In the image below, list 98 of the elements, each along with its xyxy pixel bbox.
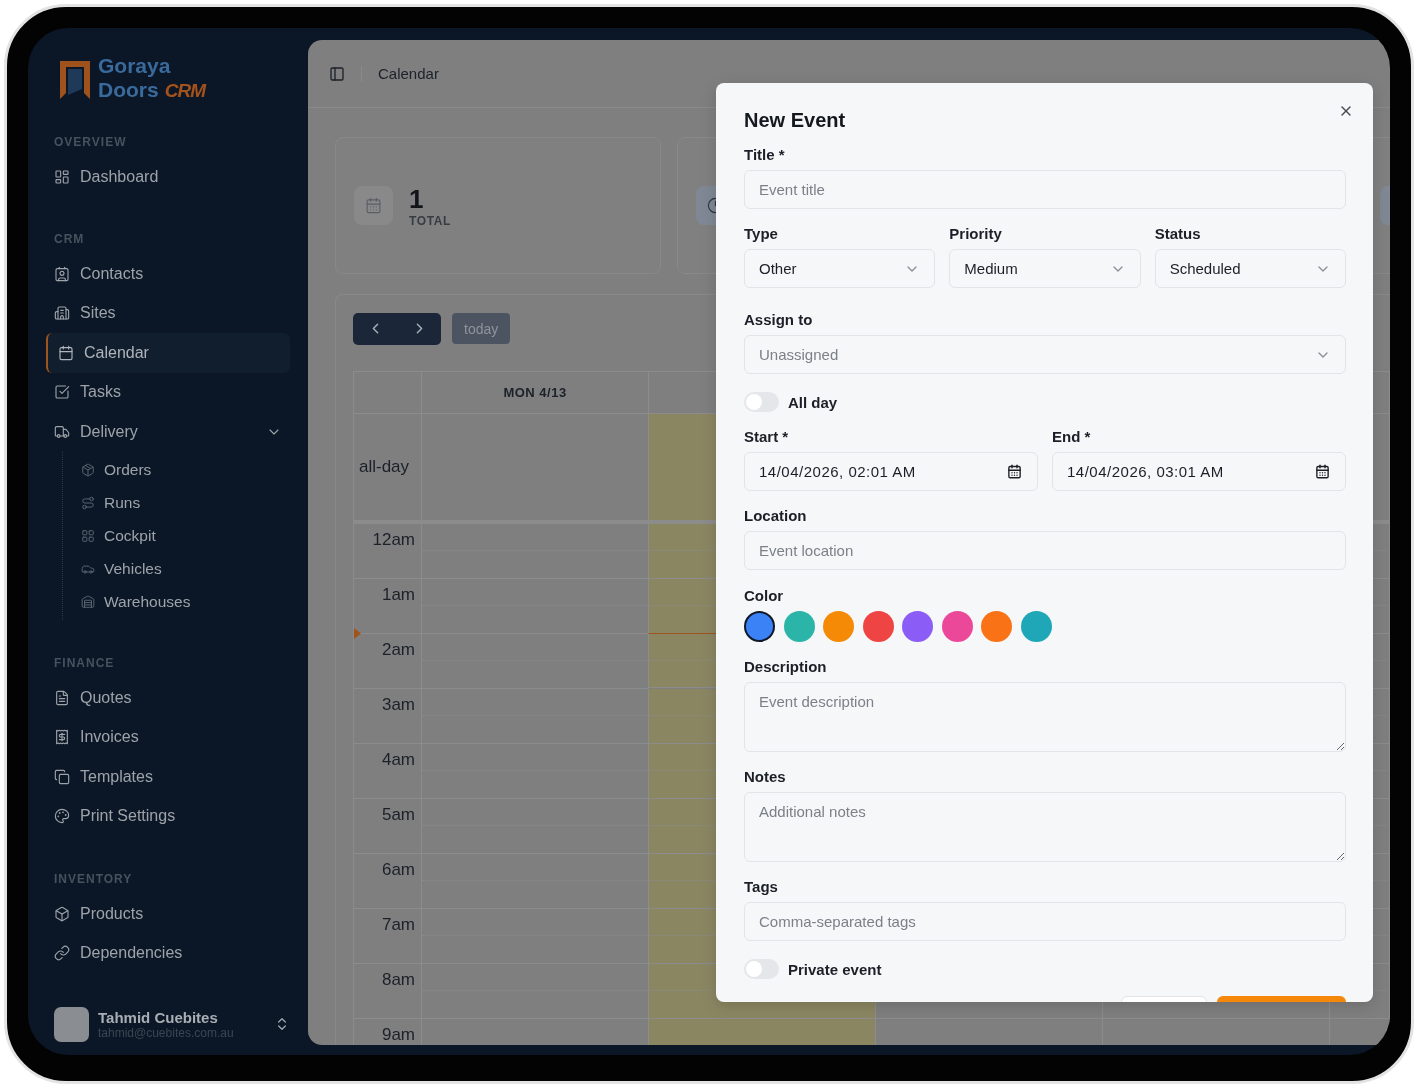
color-swatch[interactable] xyxy=(862,611,894,642)
color-swatch[interactable] xyxy=(744,611,775,642)
sidebar-item[interactable]: Dashboard xyxy=(46,157,290,197)
all-day-label: all-day xyxy=(358,457,410,477)
time-label: 12am xyxy=(372,530,415,550)
field-label: Description xyxy=(744,658,828,676)
time-label: 1am xyxy=(381,585,415,605)
sidebar-item[interactable]: Dependencies xyxy=(46,933,290,973)
door-logo-icon xyxy=(58,59,92,99)
building-icon xyxy=(54,305,70,322)
time-label: 3am xyxy=(381,695,415,715)
select-field[interactable]: Other xyxy=(744,249,936,288)
color-swatch[interactable] xyxy=(783,611,815,642)
field-label: Location xyxy=(744,507,808,525)
sidebar-item[interactable]: Print Settings xyxy=(46,796,290,836)
stat-label: TOTAL xyxy=(409,213,451,228)
time-label: 7am xyxy=(381,915,415,935)
sidebar-toggle-icon[interactable] xyxy=(329,65,345,82)
box-icon xyxy=(54,905,70,922)
calendar-icon[interactable] xyxy=(1007,464,1022,479)
sidebar-item[interactable]: Invoices xyxy=(46,717,290,758)
color-swatch[interactable] xyxy=(1020,611,1052,642)
time-label: 6am xyxy=(381,860,415,880)
toggle-switch[interactable] xyxy=(744,392,779,412)
color-swatch[interactable] xyxy=(941,611,973,642)
sidebar-item[interactable]: Contacts xyxy=(46,254,290,294)
field-label: Priority xyxy=(949,225,1003,243)
checkbox-icon xyxy=(54,384,70,401)
date-time-field[interactable]: 14/04/2026, 03:01 AM xyxy=(1052,452,1346,491)
sidebar-item[interactable]: Products xyxy=(46,893,290,934)
link-icon xyxy=(54,945,70,961)
grid-icon xyxy=(81,528,95,543)
truck-icon xyxy=(54,423,70,440)
logo-text: Goraya xyxy=(98,54,171,77)
field-label: Type xyxy=(744,225,779,243)
select-field[interactable]: Unassigned xyxy=(744,335,1346,374)
text-field[interactable]: Event title xyxy=(744,170,1346,209)
time-label: 9am xyxy=(381,1025,415,1045)
calendar-icon xyxy=(58,344,74,361)
field-label: End * xyxy=(1052,428,1092,446)
sidebar-item[interactable]: Sites xyxy=(46,293,290,334)
sidebar-item[interactable]: Calendar xyxy=(46,333,290,373)
sidebar-subitem[interactable]: Cockpit xyxy=(63,519,290,553)
toggle-label: All day xyxy=(788,393,838,411)
field-label: Title * xyxy=(744,146,786,164)
day-heading: MON 4/13 xyxy=(503,385,567,400)
select-field[interactable]: Medium xyxy=(949,249,1141,288)
time-label: 8am xyxy=(381,970,415,990)
field-label: Status xyxy=(1154,225,1202,243)
sidebar-item[interactable]: Quotes xyxy=(46,678,290,718)
field-label: Start * xyxy=(744,428,790,446)
page-title: Calendar xyxy=(378,65,439,82)
section-heading: OVERVIEW xyxy=(53,134,128,151)
contact-card-icon xyxy=(54,266,70,283)
receipt-icon xyxy=(54,729,70,746)
logo-text: Doors xyxy=(98,78,159,101)
package-icon xyxy=(81,462,95,477)
time-label: 2am xyxy=(381,640,415,660)
section-heading: INVENTORY xyxy=(53,870,134,888)
calendar-icon[interactable] xyxy=(1315,464,1330,479)
text-area[interactable]: Event description xyxy=(744,682,1346,752)
sidebar-item[interactable]: Templates xyxy=(46,757,290,797)
sidebar-item[interactable]: Delivery xyxy=(46,411,290,452)
route-icon xyxy=(81,495,95,510)
sidebar-subitem[interactable]: Orders xyxy=(63,453,290,487)
toggle-switch[interactable] xyxy=(744,959,779,979)
calendar-icon-box xyxy=(354,186,393,225)
warehouse-icon xyxy=(81,594,95,609)
text-field[interactable]: Comma-separated tags xyxy=(744,902,1346,941)
color-swatch[interactable] xyxy=(823,611,854,642)
field-label: Notes xyxy=(744,768,787,786)
date-time-field[interactable]: 14/04/2026, 02:01 AM xyxy=(744,452,1038,491)
time-label: 4am xyxy=(381,750,415,770)
color-swatch[interactable] xyxy=(902,611,933,642)
dialog-title: New Event xyxy=(744,108,847,132)
sidebar-subitem[interactable]: Vehicles xyxy=(63,552,290,586)
dashboard-icon xyxy=(54,168,70,185)
field-label: Tags xyxy=(744,878,779,896)
toggle-label: Private event xyxy=(788,960,882,978)
stat-value: 1 xyxy=(409,183,425,214)
field-label: Color xyxy=(744,587,785,605)
section-heading: FINANCE xyxy=(53,655,116,673)
field-label: Assign to xyxy=(744,311,814,329)
user-name: Tahmid Cuebites xyxy=(98,1008,219,1026)
text-field[interactable]: Event location xyxy=(744,531,1346,570)
sidebar-subitem[interactable]: Warehouses xyxy=(63,585,290,619)
section-heading: CRM xyxy=(53,231,86,249)
select-field[interactable]: Scheduled xyxy=(1154,249,1346,288)
logo-suffix: CRM xyxy=(164,80,205,101)
copy-icon xyxy=(54,768,70,785)
sidebar-subitem[interactable]: Runs xyxy=(63,486,290,520)
color-swatch[interactable] xyxy=(981,611,1012,642)
sidebar-item[interactable]: Tasks xyxy=(46,372,290,412)
text-area[interactable]: Additional notes xyxy=(744,792,1346,862)
palette-icon xyxy=(54,808,70,825)
document-icon xyxy=(54,690,70,707)
time-label: 5am xyxy=(381,805,415,825)
user-avatar xyxy=(54,1006,89,1042)
